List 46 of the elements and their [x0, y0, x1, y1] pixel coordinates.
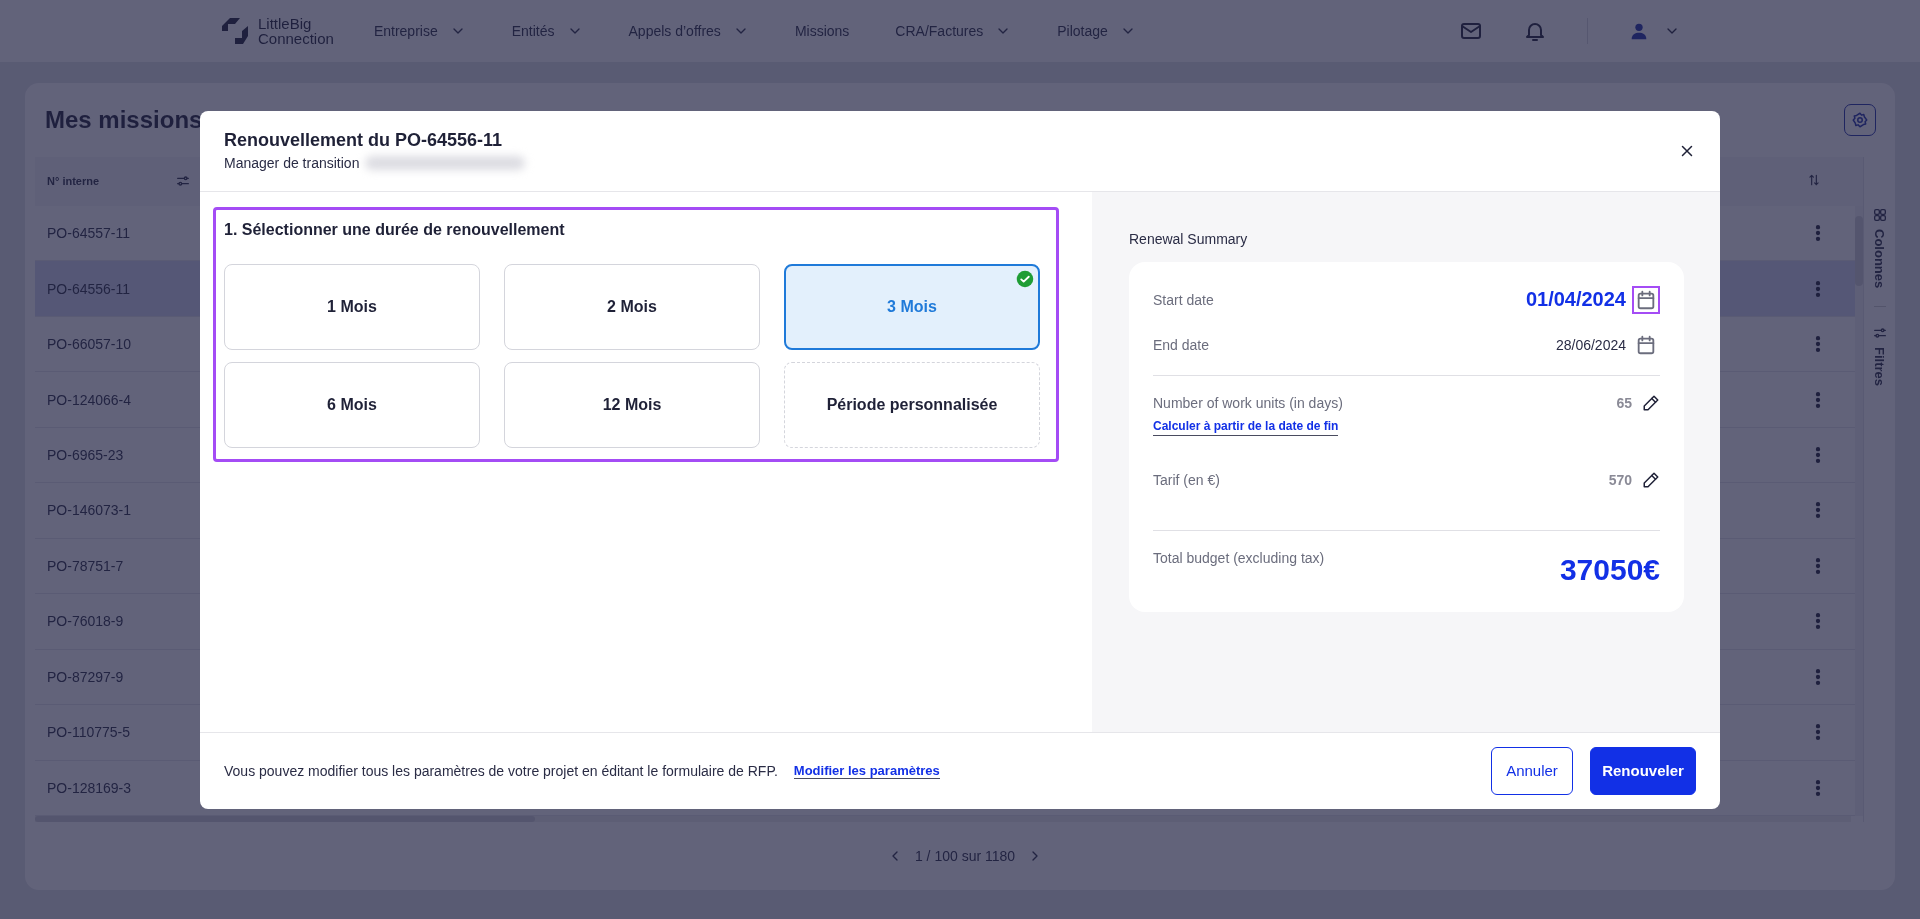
page-title: Mes missions — [45, 106, 203, 134]
side-panel-tab[interactable]: Filtres — [1872, 347, 1887, 387]
calculate-link[interactable]: Calculer à partir de la date de fin — [1153, 417, 1339, 436]
check-circle-icon — [1016, 269, 1034, 288]
summary-title: Renewal Summary — [1129, 229, 1249, 248]
dialog-title: Renouvellement du PO-64556-11 — [224, 129, 504, 151]
mission-id: PO-76018-9 — [47, 613, 124, 630]
field-label: Start date — [1153, 290, 1214, 309]
duration-option[interactable]: 2 Mois — [504, 263, 760, 350]
date-value: 01/04/2024 — [1525, 288, 1626, 311]
mission-id: PO-64557-11 — [47, 225, 130, 242]
section-title: 1. Sélectionner une durée de renouvellement — [224, 219, 566, 240]
cancel-button[interactable]: Annuler — [1491, 746, 1573, 795]
mission-id: PO-6965-23 — [47, 447, 124, 463]
mission-id: PO-87297-9 — [47, 668, 124, 685]
pencil-icon[interactable] — [1642, 393, 1660, 412]
mission-id: PO-66057-10 — [47, 336, 132, 353]
date-value: 28/06/2024 — [1555, 336, 1626, 353]
nav-menu-item[interactable]: Missions — [794, 23, 850, 39]
field-label: Tarif (en €) — [1153, 470, 1220, 489]
duration-option[interactable]: 1 Mois — [224, 263, 480, 350]
dialog-subtitle: Manager de transition — [224, 154, 360, 172]
mission-id: PO-128169-3 — [47, 779, 132, 796]
calendar-icon[interactable] — [1635, 288, 1657, 311]
field-label: Number of work units (in days) — [1153, 393, 1343, 412]
renew-button[interactable]: Renouveler — [1590, 746, 1696, 795]
edit-parameters-link[interactable]: Modifier les paramètres — [793, 762, 940, 779]
mission-id: PO-146073-1 — [47, 502, 132, 519]
field-label: End date — [1153, 335, 1210, 354]
work-units-value: 65 — [1616, 394, 1632, 411]
total-budget-value: 37050€ — [1559, 551, 1660, 588]
calendar-icon[interactable] — [1635, 333, 1657, 356]
mission-id: PO-78751-7 — [47, 557, 124, 574]
side-panel-tab[interactable]: Colonnes — [1872, 229, 1887, 289]
duration-option[interactable]: Période personnalisée — [784, 361, 1040, 448]
mission-id: PO-124066-4 — [47, 391, 132, 408]
field-label: Total budget (excluding tax) — [1153, 548, 1325, 567]
duration-option[interactable]: 6 Mois — [224, 361, 480, 448]
pencil-icon[interactable] — [1642, 470, 1660, 489]
footer-note: Vous pouvez modifier tous les paramètres de votre projet en éditant le formulaire de RFP. — [224, 762, 778, 779]
pagination-text: 1 / 100 sur 1180 — [914, 848, 1016, 864]
rate-value: 570 — [1608, 471, 1632, 488]
logo-text: LittleBig Connection — [258, 16, 334, 46]
duration-option[interactable]: 3 Mois — [784, 263, 1040, 350]
mission-id: PO-110775-5 — [47, 724, 130, 741]
duration-option[interactable]: 12 Mois — [504, 361, 760, 448]
